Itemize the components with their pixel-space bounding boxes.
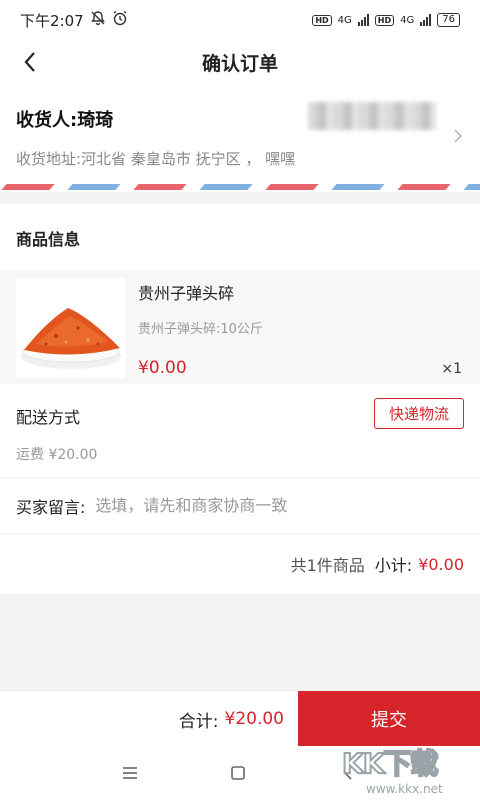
network-type: 4G [337, 14, 352, 26]
alarm-clock-icon [112, 10, 128, 30]
subtotal-value: ¥0.00 [418, 554, 464, 574]
chevron-right-icon [452, 128, 464, 143]
stripe-segment [133, 184, 187, 190]
home-square-icon[interactable] [226, 761, 250, 785]
item-count: 共1件商品 [290, 556, 365, 575]
product-price: ¥0.00 [138, 358, 187, 378]
battery-icon: 76 [437, 13, 460, 27]
signal-icon [357, 14, 369, 26]
subtotal-label: 小计: [374, 556, 413, 575]
product-spec: 贵州子弹头碎:10公斤 [138, 322, 263, 337]
status-bar: 下午2:07 HD 4G HD 4G 76 [0, 0, 480, 40]
stripe-segment [199, 184, 253, 190]
bell-off-icon [90, 10, 106, 30]
page-title: 确认订单 [201, 52, 278, 75]
stripe-segment [397, 184, 451, 190]
watermark-url: www.kkx.net [366, 782, 443, 796]
stripe-segment [331, 184, 385, 190]
checkout-bar: 合计: ¥20.00 提交 [0, 690, 480, 747]
delivery-section: 配送方式 快递物流 运费 ¥20.00 [0, 384, 480, 478]
chevron-left-icon[interactable] [14, 46, 46, 78]
watermark-logo: KK下载 www.kkx.net [340, 742, 480, 800]
stripe-segment [265, 184, 319, 190]
shipping-address[interactable]: 收货人:琦琦 收货地址:河北省 秦皇岛市 抚宁区 ， 嘿嘿 [0, 84, 480, 192]
order-summary: 共1件商品 小计: ¥0.00 [0, 534, 480, 594]
submit-button[interactable]: 提交 [298, 691, 480, 747]
address-stripe-border [0, 184, 480, 190]
stripe-segment [1, 184, 55, 190]
total: 合计: ¥20.00 [179, 691, 284, 747]
buyer-message-input[interactable] [95, 496, 464, 515]
product-image [16, 278, 126, 378]
delivery-label: 配送方式 [16, 408, 81, 427]
stripe-segment [463, 184, 480, 190]
goods-section-title: 商品信息 [0, 204, 480, 270]
hd-badge: HD [374, 14, 395, 26]
page-header: 确认订单 [0, 40, 480, 84]
address-line: 收货地址:河北省 秦皇岛市 抚宁区 ， 嘿嘿 [16, 150, 296, 168]
network-type: 4G [400, 14, 415, 26]
freight-fee: 运费 ¥20.00 [16, 447, 98, 463]
status-left: 下午2:07 [20, 10, 128, 31]
buyer-message-row: 买家留言: [0, 478, 480, 534]
stripe-segment [67, 184, 121, 190]
product-name: 贵州子弹头碎 [138, 284, 235, 303]
delivery-method-button[interactable]: 快递物流 [374, 398, 464, 429]
total-label: 合计: [178, 711, 219, 732]
hd-badge: HD [312, 14, 332, 26]
goods-item[interactable]: 贵州子弹头碎 贵州子弹头碎:10公斤 ¥0.00 ×1 [0, 270, 480, 384]
status-time: 下午2:07 [20, 11, 84, 30]
total-value: ¥20.00 [224, 709, 284, 729]
product-quantity: ×1 [441, 361, 462, 377]
menu-icon[interactable] [118, 761, 142, 785]
watermark-text: KK下载 [341, 746, 439, 781]
phone-number-blurred [308, 102, 436, 130]
buyer-message-label: 买家留言: [16, 497, 86, 517]
signal-icon [420, 14, 432, 26]
status-right: HD 4G HD 4G 76 [312, 13, 460, 27]
